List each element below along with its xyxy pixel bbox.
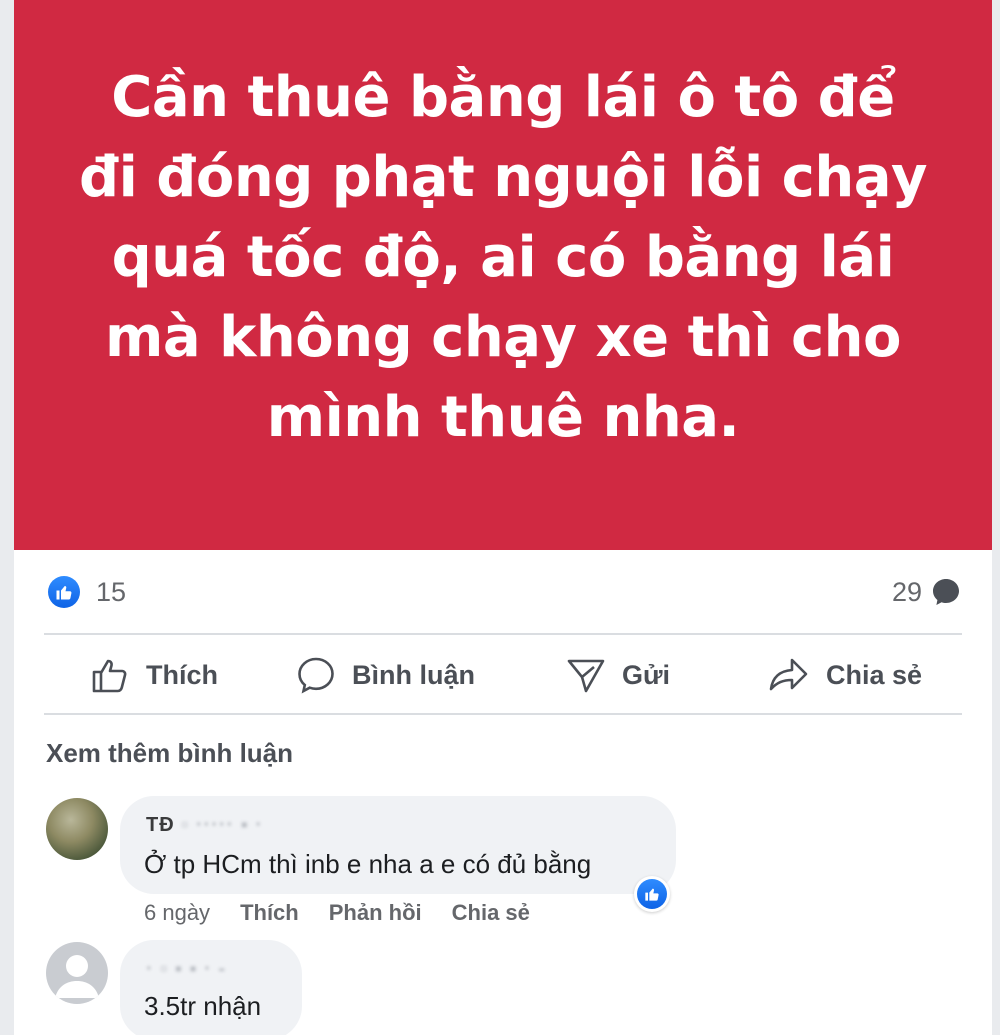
comments-count[interactable]: 29 (892, 576, 922, 608)
share-button-label: Chia sẻ (826, 659, 923, 690)
default-avatar-icon[interactable] (46, 942, 108, 1004)
comment-meta: 6 ngày Thích Phản hồi Chia sẻ (144, 900, 530, 926)
avatar[interactable] (46, 798, 108, 860)
likes-count[interactable]: 15 (96, 576, 126, 608)
comment-author[interactable]: · ▫ ▪ ▪ · - (146, 958, 226, 981)
post-card: Cần thuê bằng lái ô tô để đi đóng phạt n… (14, 0, 992, 1035)
comment-reply-link[interactable]: Phản hồi (329, 900, 422, 926)
send-button-label: Gửi (622, 659, 671, 690)
comment-time[interactable]: 6 ngày (144, 900, 210, 926)
comment-share-link[interactable]: Chia sẻ (452, 900, 530, 926)
comment-button[interactable]: Bình luận (296, 654, 475, 696)
thumbs-up-outline-icon (92, 659, 127, 693)
post-stats: 15 29 (14, 560, 992, 630)
speech-bubble-outline-icon (298, 657, 334, 694)
post-text: Cần thuê bằng lái ô tô để đi đóng phạt n… (79, 65, 928, 450)
view-more-comments-link[interactable]: Xem thêm bình luận (46, 738, 293, 769)
comment-bubble: TĐ ▫ ····· ▪ · Ở tp HCm thì inb e nha a … (120, 796, 676, 894)
comment-button-label: Bình luận (352, 659, 475, 690)
share-button[interactable]: Chia sẻ (768, 654, 922, 696)
send-icon (567, 659, 605, 693)
comment-like-link[interactable]: Thích (240, 900, 299, 926)
like-button[interactable]: Thích (90, 654, 218, 696)
comment-reaction-icon[interactable] (634, 876, 670, 912)
share-arrow-icon (769, 658, 808, 691)
comment-bubble: · ▫ ▪ ▪ · - 3.5tr nhận (120, 940, 302, 1035)
divider-bottom (44, 713, 962, 715)
action-bar: Thích Bình luận Gửi Chia sẻ (14, 636, 992, 714)
divider-top (44, 633, 962, 635)
send-button[interactable]: Gửi (566, 654, 670, 696)
comment-text: Ở tp HCm thì inb e nha a e có đủ bằng (144, 849, 592, 879)
comment-text: 3.5tr nhận (144, 991, 262, 1021)
comment-author[interactable]: TĐ ▫ ····· ▪ · (146, 814, 263, 837)
speech-bubble-icon (933, 579, 959, 605)
like-button-label: Thích (146, 659, 218, 690)
like-badge-icon[interactable] (48, 576, 80, 608)
post-banner: Cần thuê bằng lái ô tô để đi đóng phạt n… (14, 0, 992, 550)
